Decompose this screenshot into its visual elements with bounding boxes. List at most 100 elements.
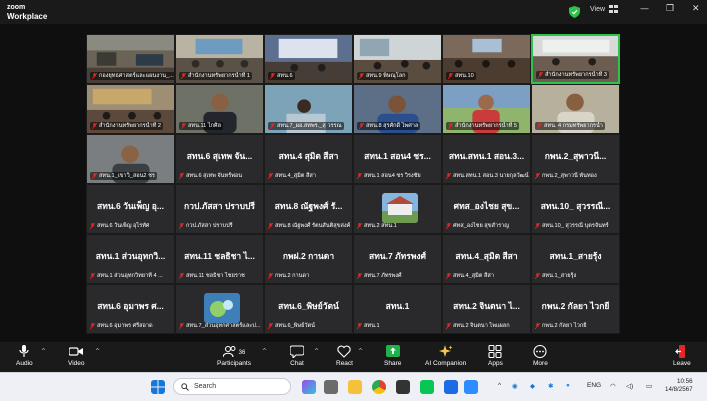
word-icon[interactable] bbox=[444, 380, 458, 394]
zoom-app-icon[interactable] bbox=[464, 380, 478, 394]
windows-start-icon[interactable] bbox=[151, 380, 165, 394]
participant-name-text: สำนักงานทรัพยากรน้ำที่ 5 bbox=[455, 123, 517, 129]
participant-tile[interactable]: สทน.7 ภัทรพงศ์ สทน.7 ภัทรพงศ์ bbox=[353, 234, 442, 284]
leave-label: Leave bbox=[673, 360, 691, 367]
chrome-icon[interactable] bbox=[372, 380, 386, 394]
video-options-chevron-icon[interactable]: ^ bbox=[95, 348, 100, 355]
participant-tile[interactable]: สทน.4 สุมิต สีสา สทน.4_สุมิต สีสา bbox=[264, 134, 353, 184]
participant-tile[interactable]: สำนักงานทรัพยากรน้ำที่ 3 bbox=[531, 34, 620, 84]
copilot-icon[interactable] bbox=[302, 380, 316, 394]
participant-display-name: สทน.6 วันเพ็ญ อุ... bbox=[97, 201, 164, 211]
participant-tile[interactable]: สทน.7_ผอ.สทพร._สุ วรรณ bbox=[264, 84, 353, 134]
participant-tile[interactable]: สทน.9 พิษณุโลก bbox=[353, 34, 442, 84]
participant-tile[interactable]: สทน.11 ชลธิชา ไ... สทน.11 ชลธิชา ไชยราช bbox=[175, 234, 264, 284]
participant-tile[interactable]: สทน.11 ไกศิล bbox=[175, 84, 264, 134]
muted-mic-icon bbox=[92, 123, 97, 129]
participant-display-name: สทน.2 จินตนา ไ... bbox=[453, 301, 520, 311]
participant-tile[interactable]: กพน.2_สุพาวนี... กพน.2_สุพาวนี พันทอง bbox=[531, 134, 620, 184]
volume-icon[interactable]: ◁) bbox=[626, 382, 633, 390]
battery-icon[interactable]: ▭ bbox=[646, 382, 652, 390]
participant-display-name: กพน.2 กัลยา ไวกยี bbox=[541, 301, 610, 311]
participant-tile[interactable]: สทน.1_สายรุ้ง สทน.1_สายรุ้ง bbox=[531, 234, 620, 284]
participant-tile[interactable]: สทน.6 วันเพ็ญ อุ... สทน.6 วันเพ็ญ อุไรทัศ bbox=[86, 184, 175, 234]
participant-tile[interactable]: กพฝ.2 กานดา กพน.2 กานดา bbox=[264, 234, 353, 284]
apps-button[interactable]: Apps bbox=[488, 345, 503, 367]
participant-name-label: สทน.1 สอน4 ชร วิรงชัย bbox=[357, 172, 421, 180]
ai-companion-button[interactable]: AI Companion bbox=[425, 345, 466, 367]
line-app-icon[interactable] bbox=[420, 380, 434, 394]
participant-tile[interactable]: สำนักงานทรัพยากรน้ำที่ 5 bbox=[442, 84, 531, 134]
participant-tile[interactable]: กองยุทธศาสตร์และแผนงาน_... bbox=[86, 34, 175, 84]
bluetooth-icon[interactable]: ✱ bbox=[548, 382, 553, 390]
participant-tile[interactable]: สทน.8 สุรศักดิ์ ไพศาล bbox=[353, 84, 442, 134]
muted-mic-icon bbox=[268, 323, 273, 329]
language-indicator[interactable]: ENG bbox=[587, 382, 601, 389]
muted-mic-icon bbox=[90, 223, 95, 229]
participant-tile[interactable]: สทน.10 bbox=[442, 34, 531, 84]
taskbar-search[interactable]: Search bbox=[173, 378, 291, 395]
participant-tile[interactable]: สทน.2 จินตนา ไ... สทน.2 จินตนา ไพแผลก bbox=[442, 284, 531, 334]
participant-tile[interactable]: สทน.6 อุมาพร ศ... สทน.6 อุมาพร ศรีสอาด bbox=[86, 284, 175, 334]
audio-button[interactable]: Audio bbox=[16, 345, 33, 367]
participant-tile[interactable]: สทน.1 สอน4 ชร... สทน.1 สอน4 ชร วิรงชัย bbox=[353, 134, 442, 184]
participant-tile[interactable]: สทน.10_ สุวรรณี... สทน.10_ สุวรรณี บุตรจั… bbox=[531, 184, 620, 234]
view-button[interactable]: View bbox=[590, 5, 619, 13]
wifi-icon[interactable]: ◠ bbox=[610, 382, 616, 390]
camera-app-icon[interactable] bbox=[396, 380, 410, 394]
participant-name-label: สำนักงานทรัพยากรน้ำที่ 3 bbox=[536, 71, 609, 79]
task-view-icon[interactable] bbox=[324, 380, 338, 394]
react-button[interactable]: React bbox=[336, 345, 353, 367]
network-icon[interactable]: ◉ bbox=[512, 382, 518, 390]
participant-tile[interactable]: สทน.2 สทน.1 bbox=[353, 184, 442, 234]
react-options-chevron-icon[interactable]: ^ bbox=[358, 348, 363, 355]
participant-name-label: สทน.7_ผอ.สทพร._สุ วรรณ bbox=[268, 122, 344, 130]
participant-name-text: สทน.2 จินตนา ไพแผลก bbox=[453, 323, 510, 329]
participant-tile[interactable]: สทน. 4 กรมทรัพยากรน้ำ bbox=[531, 84, 620, 134]
shield-icon[interactable] bbox=[569, 6, 580, 18]
participant-tile[interactable]: ศทส_องไชย สุข... ศทส_องไชย สุขสำราญ bbox=[442, 184, 531, 234]
participant-tile[interactable]: สทน.6_พิษย์วัตน์ สทน.6_พิษย์วัตน์ bbox=[264, 284, 353, 334]
participant-name-text: สทน.7_ผอ.สทพร._สุ วรรณ bbox=[277, 123, 342, 129]
participant-display-name: สทน.4 สุมิต สีสา bbox=[278, 151, 339, 161]
participant-tile[interactable]: สทน.8 ณัฐพงศ์ รั... สทน.8 ณัฐพงศ์ รัตนสัน… bbox=[264, 184, 353, 234]
participant-tile[interactable]: สทน.7_ส่วนอุทกศาสตร์และป... bbox=[175, 284, 264, 334]
participant-tile[interactable]: สทน.6 สุเทพ จัน... สทน.6 สุเทพ จันทร์พ่อน bbox=[175, 134, 264, 184]
participant-tile[interactable]: สทน.4_สุมิต สีสา สทน.4_สุมิต สีสา bbox=[442, 234, 531, 284]
file-explorer-icon[interactable] bbox=[348, 380, 362, 394]
zoom-tray-icon[interactable]: ● bbox=[566, 382, 570, 389]
participant-avatar bbox=[382, 193, 418, 223]
participant-tile[interactable]: สทน.สทน.1 สอน.3... สทน.สทน.1 สอน.3 นายกุล… bbox=[442, 134, 531, 184]
chat-button[interactable]: Chat bbox=[290, 345, 304, 367]
share-button[interactable]: Share bbox=[384, 345, 401, 367]
participants-options-chevron-icon[interactable]: ^ bbox=[262, 348, 267, 355]
participant-tile[interactable]: สทน.1 ส่วนอุทกวิ... สทน.1 ส่วนอุทกวิทยาที… bbox=[86, 234, 175, 284]
sparkle-icon bbox=[438, 345, 453, 357]
participants-button[interactable]: 36 Participants bbox=[217, 345, 251, 367]
participant-tile[interactable]: สทน.6 bbox=[264, 34, 353, 84]
muted-mic-icon bbox=[538, 72, 543, 78]
participant-tile[interactable]: สทน.1 สทน.1 bbox=[353, 284, 442, 334]
participant-tile[interactable]: กวป.ภัสสา ปราบปรี กวป.ภัสสา ปราบปรี bbox=[175, 184, 264, 234]
title-bar: zoom Workplace View — ❐ ✕ bbox=[0, 0, 707, 24]
participant-tile[interactable]: สำนักงานทรัพยากรน้ำที่ 1 bbox=[175, 34, 264, 84]
more-button[interactable]: More bbox=[533, 345, 548, 367]
muted-mic-icon bbox=[446, 323, 451, 329]
participant-tile[interactable]: สำนักงานทรัพยากรน้ำที่ 2 bbox=[86, 84, 175, 134]
leave-button[interactable]: Leave bbox=[673, 345, 691, 367]
minimize-icon[interactable]: — bbox=[640, 4, 649, 14]
video-button[interactable]: Video bbox=[68, 345, 85, 367]
participant-tile[interactable]: สทน.1_เขาวิ_สอน2 ชร bbox=[86, 134, 175, 184]
camera-icon bbox=[69, 347, 84, 356]
muted-mic-icon bbox=[268, 273, 273, 279]
participant-avatar bbox=[204, 293, 240, 323]
zoom-logo: zoom Workplace bbox=[7, 3, 47, 21]
audio-options-chevron-icon[interactable]: ^ bbox=[41, 348, 46, 355]
chat-options-chevron-icon[interactable]: ^ bbox=[314, 348, 319, 355]
clock[interactable]: 10:56 14/8/2567 bbox=[665, 378, 693, 394]
maximize-icon[interactable]: ❐ bbox=[666, 4, 674, 14]
participant-tile[interactable]: กพน.2 กัลยา ไวกยี กพน.2 กัลยา ไวกยี bbox=[531, 284, 620, 334]
participant-name-text: สทน.สทน.1 สอน.3 นายกุลวัฒน์ bbox=[453, 173, 529, 179]
close-icon[interactable]: ✕ bbox=[692, 4, 700, 14]
tray-app-icon[interactable]: ◆ bbox=[530, 382, 535, 390]
tray-chevron-icon[interactable]: ^ bbox=[498, 382, 501, 389]
